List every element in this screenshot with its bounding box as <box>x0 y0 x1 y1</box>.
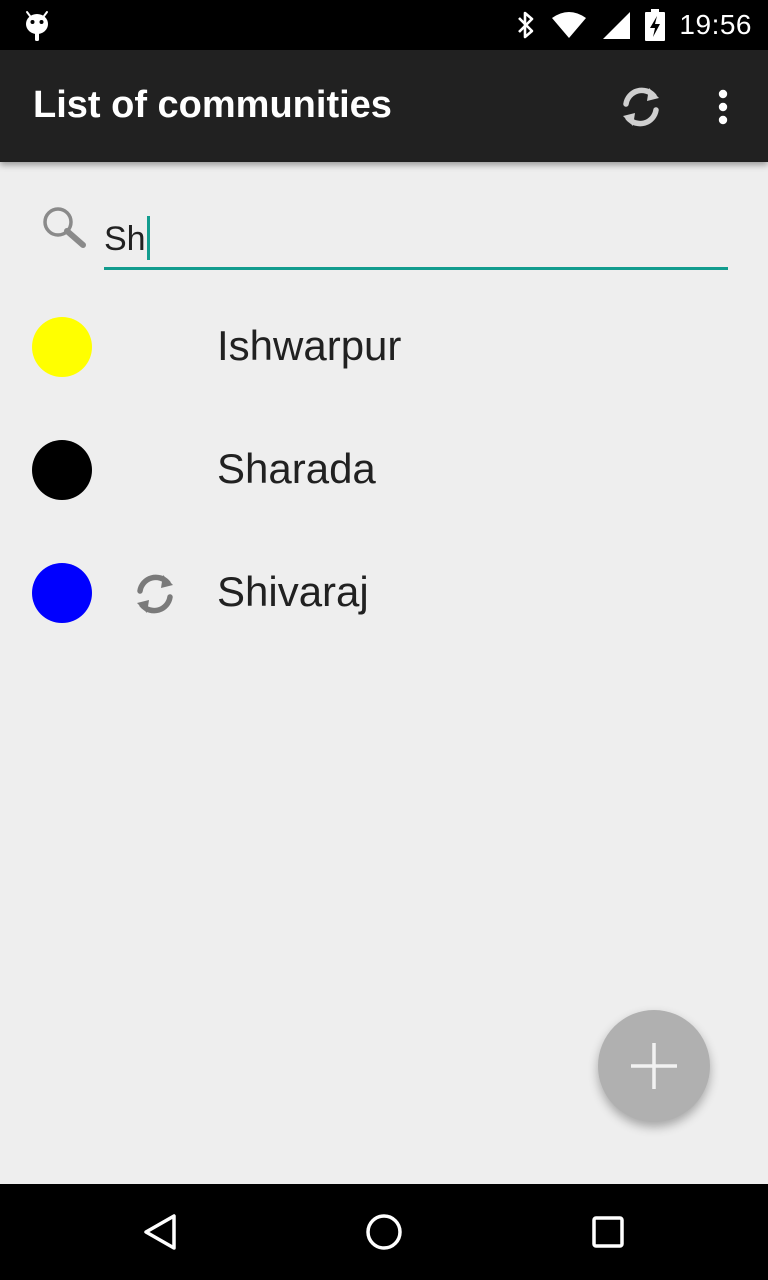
back-icon <box>144 1214 176 1250</box>
list-item[interactable]: Sharada <box>0 409 768 529</box>
community-name: Shivaraj <box>217 568 369 615</box>
home-button[interactable] <box>354 1202 414 1262</box>
community-color-dot <box>32 563 92 623</box>
search-icon <box>43 207 86 248</box>
community-color-dot <box>32 440 92 500</box>
page-title: List of communities <box>33 84 392 126</box>
search-input[interactable]: Sh <box>104 214 728 270</box>
screen: 19:56 List of communities Sh Ishwarpur S… <box>0 0 768 1280</box>
status-bar: 19:56 <box>0 0 768 50</box>
bluetooth-icon <box>518 11 534 39</box>
status-icons: 19:56 <box>515 0 752 50</box>
app-bar: List of communities <box>0 50 768 162</box>
community-color-dot <box>32 317 92 377</box>
list-item[interactable]: Shivaraj <box>0 532 768 652</box>
navigation-bar <box>0 1184 768 1280</box>
recents-icon <box>592 1216 624 1248</box>
sync-button[interactable] <box>610 76 672 138</box>
search-input-value: Sh <box>104 220 146 258</box>
battery-charging-icon <box>645 9 666 41</box>
community-name: Sharada <box>217 445 376 492</box>
text-cursor <box>146 216 150 261</box>
android-debug-icon <box>26 11 48 41</box>
status-time: 19:56 <box>679 9 752 40</box>
plus-icon <box>631 1043 677 1089</box>
home-icon <box>366 1214 402 1250</box>
list-item[interactable]: Ishwarpur <box>0 286 768 406</box>
overflow-menu-button[interactable] <box>700 76 746 138</box>
overflow-menu-icon <box>718 89 728 125</box>
wifi-icon <box>552 12 587 38</box>
add-community-button[interactable] <box>598 1010 710 1122</box>
sync-icon <box>623 87 659 127</box>
cell-signal-icon <box>603 12 631 39</box>
search-input-text-line: Sh <box>104 214 150 264</box>
community-name: Ishwarpur <box>217 322 402 369</box>
recents-button[interactable] <box>578 1202 638 1262</box>
sync-icon <box>137 574 173 614</box>
back-button[interactable] <box>130 1202 190 1262</box>
